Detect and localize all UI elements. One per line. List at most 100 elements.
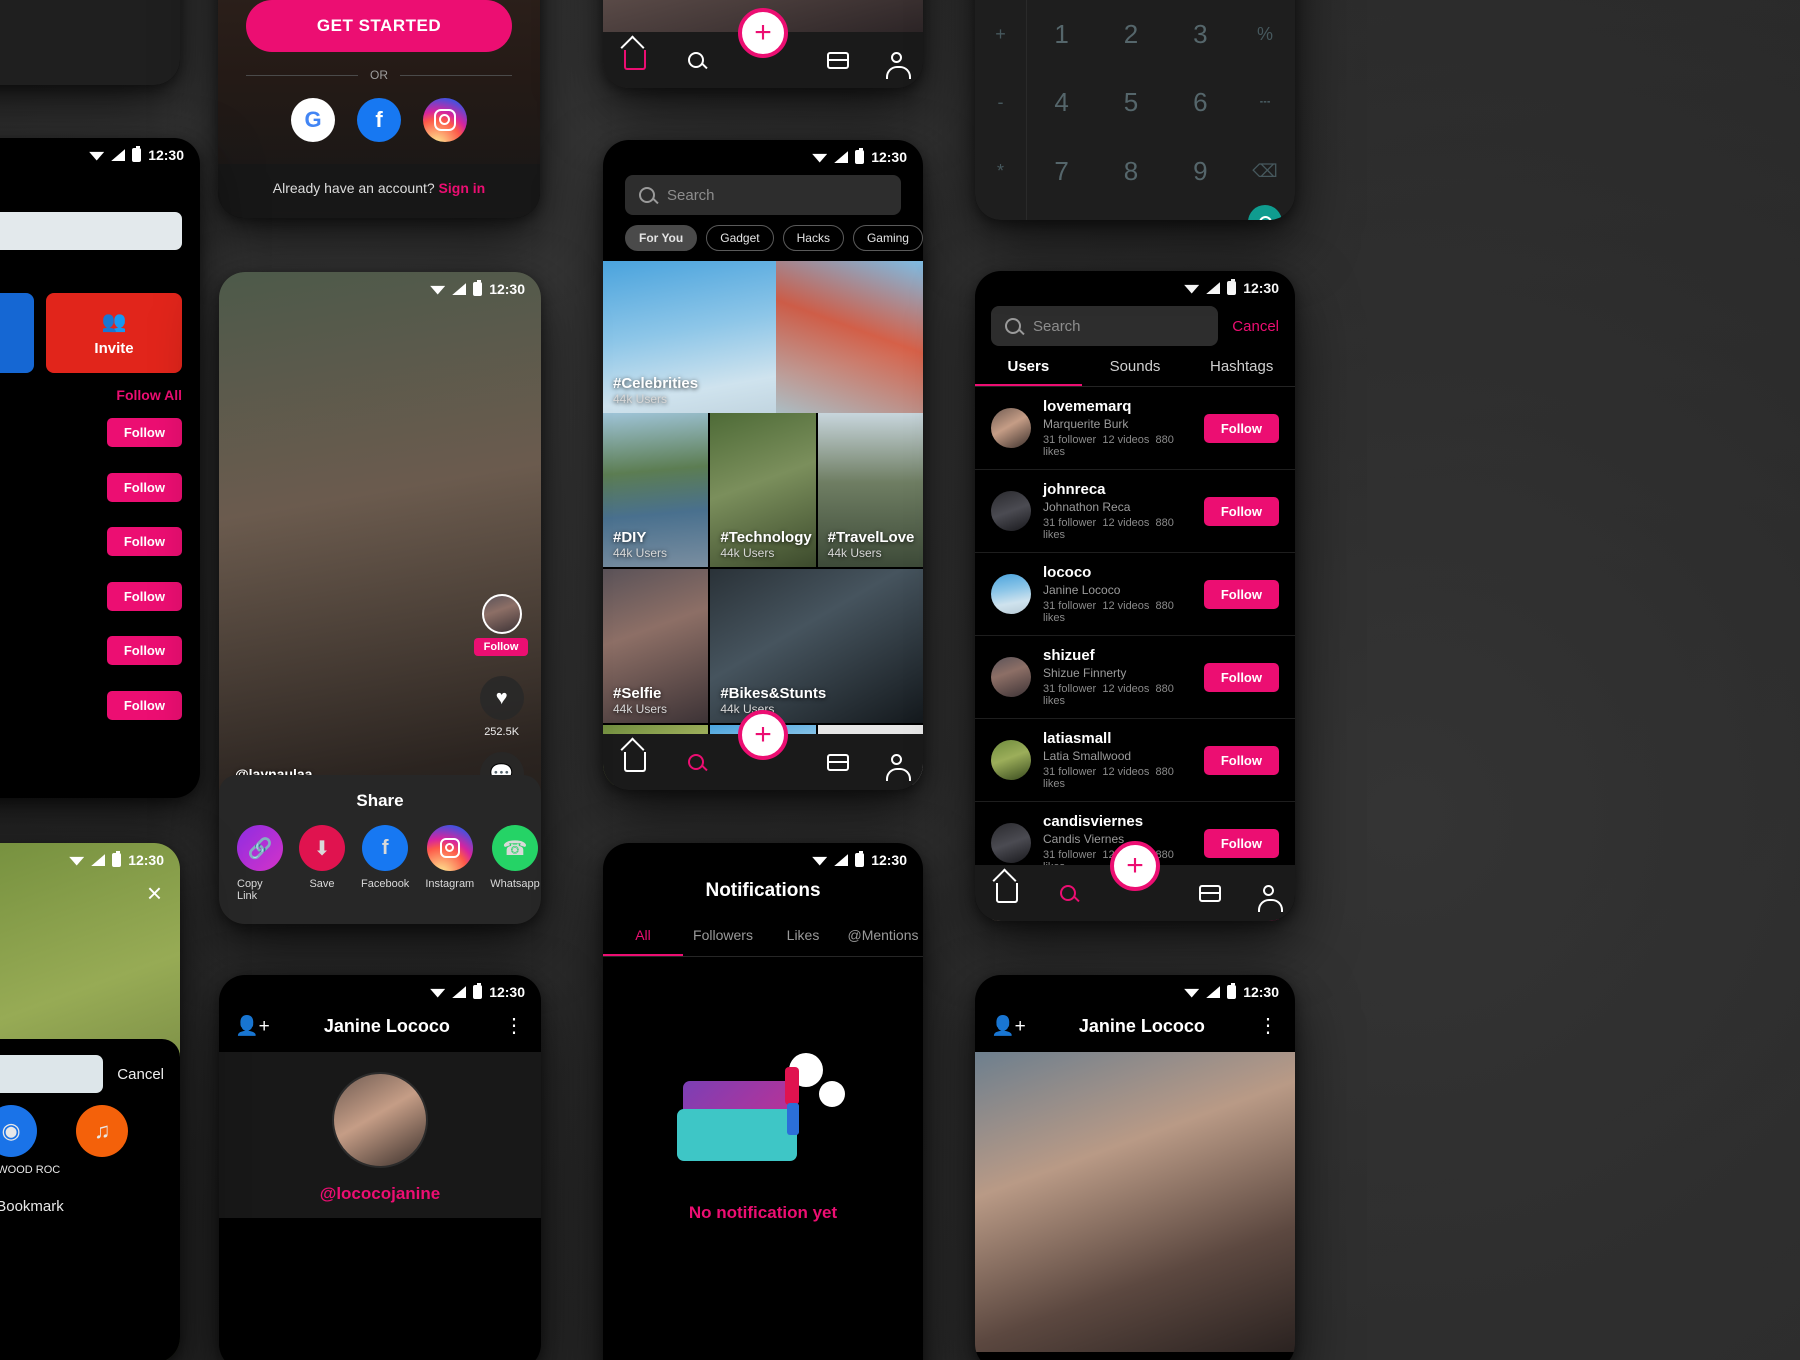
key-minus[interactable]: - [975,68,1026,136]
key-asterisk[interactable]: * [975,137,1026,205]
table-row[interactable]: shizuef Shizue Finnerty 31 follower 12 v… [975,636,1295,719]
sound-search-input[interactable] [0,1055,104,1093]
list-item[interactable]: noweos Follow [0,676,200,734]
grid-tile[interactable]: #Bikes&Stunts 44k Users [710,569,923,723]
chip-hacks[interactable]: Hacks [782,225,844,251]
follow-button[interactable]: Follow [106,472,182,502]
key-equals[interactable]: = [1166,205,1235,220]
key-percent[interactable]: % [1235,0,1295,68]
add-button[interactable]: + [738,8,788,58]
follow-button[interactable]: Follow [1203,745,1279,775]
list-item[interactable]: os Follow [0,407,200,458]
add-button[interactable]: + [1110,841,1160,891]
backspace-icon[interactable]: ⌫ [1235,137,1295,205]
follow-button[interactable]: Follow [1203,662,1279,692]
key-0[interactable]: 0 [1096,205,1165,220]
list-item[interactable]: os Follow [0,625,200,676]
key-plus[interactable]: + [975,0,1026,68]
avatar[interactable] [991,574,1031,614]
search-icon[interactable] [687,52,704,68]
close-icon[interactable]: × [147,880,162,906]
list-item[interactable]: noweos Follow [0,567,200,625]
avatar[interactable] [991,823,1031,863]
friends-search-input[interactable] [0,212,182,250]
space-icon[interactable]: ┄ [1235,68,1295,136]
key-8[interactable]: 8 [1096,137,1165,205]
share-whatsapp[interactable]: ☎ Whatsapp [490,825,540,902]
invite-button[interactable]: 👥 Invite [46,293,182,373]
add-friend-icon[interactable]: 👤+ [991,1014,1026,1038]
profile-icon[interactable] [886,754,912,781]
search-icon[interactable] [1059,885,1076,901]
category-third[interactable]: ♫ [76,1105,129,1176]
signin-link[interactable]: Sign in [439,180,486,196]
key-6[interactable]: 6 [1166,68,1235,136]
add-button[interactable]: + [738,710,788,760]
avatar[interactable] [991,740,1031,780]
key-7[interactable]: 7 [1027,137,1096,205]
follow-button[interactable]: Follow [1203,828,1279,858]
tab-likes[interactable]: Likes [763,916,843,956]
tab-all[interactable]: All [603,916,683,956]
cancel-button[interactable]: Cancel [1232,318,1279,335]
grid-tile[interactable]: #TravelLove 44k Users [817,413,923,567]
follow-button[interactable]: Follow [1203,496,1279,526]
tab-users[interactable]: Users [975,358,1082,386]
hero-tile[interactable]: #Celebrities 44k Users [603,261,923,413]
key-5[interactable]: 5 [1096,68,1165,136]
get-started-button[interactable]: GET STARTED [246,0,512,52]
follow-all-button[interactable]: Follow All [0,373,200,407]
follow-button[interactable]: Follow [106,527,182,556]
follow-button[interactable]: Follow [106,581,182,611]
tab-hashtags[interactable]: Hashtags [1188,358,1295,386]
share-save[interactable]: ⬇ Save [299,825,345,902]
search-icon[interactable] [1248,205,1282,220]
profile-icon[interactable] [886,52,912,79]
share-instagram[interactable]: Instagram [425,825,474,902]
search-icon[interactable] [687,754,704,770]
key-9[interactable]: 9 [1166,137,1235,205]
more-options-icon[interactable]: ⋮ [1258,1016,1279,1036]
list-item[interactable]: noweos Follow [0,458,200,516]
home-icon[interactable] [623,50,646,70]
table-row[interactable]: lococo Janine Lococo 31 follower 12 vide… [975,553,1295,636]
avatar[interactable] [481,594,522,634]
key-4[interactable]: 4 [1027,68,1096,136]
tab-followers[interactable]: Followers [683,916,763,956]
chip-gadget[interactable]: Gadget [706,225,774,251]
instagram-icon[interactable] [423,98,467,142]
follow-button[interactable]: Follow [473,638,529,656]
share-facebook[interactable]: f Facebook [361,825,409,902]
inbox-icon[interactable] [827,753,850,771]
grid-tile[interactable]: #Selfie 44k Users [603,569,709,723]
follow-button[interactable]: Follow [1203,413,1279,443]
table-row[interactable]: lovememarq Marquerite Burk 31 follower 1… [975,387,1295,470]
search-input[interactable]: Search [991,306,1219,346]
bookmark-label[interactable]: Bookmark [0,1176,180,1215]
inbox-icon[interactable] [827,51,850,69]
key-2[interactable]: 2 [1096,0,1165,68]
more-options-icon[interactable]: ⋮ [504,1016,525,1036]
facebook-icon[interactable]: f [357,98,401,142]
table-row[interactable]: latiasmall Latia Smallwood 31 follower 1… [975,719,1295,802]
share-copy-link[interactable]: 🔗 Copy Link [237,825,283,902]
list-item[interactable]: os Follow [0,516,200,567]
table-row[interactable]: johnreca Johnathon Reca 31 follower 12 v… [975,470,1295,553]
profile-icon[interactable] [1258,885,1284,912]
home-icon[interactable] [623,752,646,772]
key-1[interactable]: 1 [1027,0,1096,68]
tab-sounds[interactable]: Sounds [1082,358,1189,386]
avatar[interactable] [332,1072,428,1168]
avatar[interactable] [991,657,1031,697]
key-3[interactable]: 3 [1166,0,1235,68]
chip-gaming[interactable]: Gaming [852,225,923,251]
follow-button[interactable]: Follow [106,690,182,720]
avatar[interactable] [991,491,1031,531]
inbox-icon[interactable] [1199,884,1222,902]
explore-search-bar[interactable]: Search [625,175,901,215]
add-friend-icon[interactable]: 👤+ [235,1014,270,1038]
avatar[interactable] [991,408,1031,448]
cancel-button[interactable]: Cancel [117,1066,164,1083]
connect-facebook-button[interactable]: f acebook [0,293,34,373]
grid-tile[interactable]: #DIY 44k Users [603,413,709,567]
